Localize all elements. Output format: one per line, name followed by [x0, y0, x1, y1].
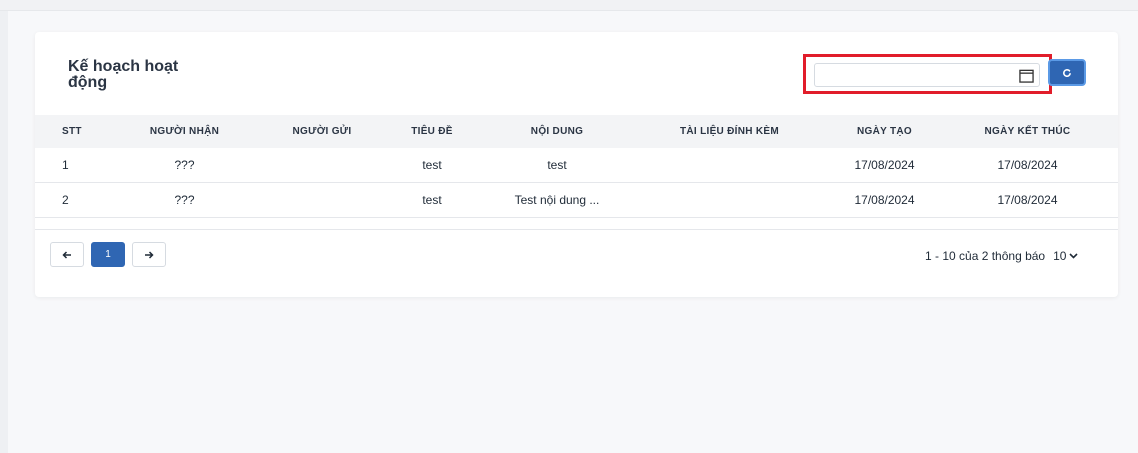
column-header-content: NỘI DUNG [487, 115, 627, 148]
column-header-attachments: TÀI LIỆU ĐÍNH KÈM [627, 115, 832, 148]
page-size-value: 10 [1053, 249, 1067, 263]
page-title: Kế hoạch hoạt động [68, 58, 179, 91]
cell-subject: test [377, 148, 487, 183]
activity-table: STT NGƯỜI NHẬN NGƯỜI GỬI TIÊU ĐỀ NỘI DUN… [35, 115, 1118, 218]
left-strip [0, 0, 8, 453]
arrow-right-icon [145, 250, 154, 259]
cell-stt: 1 [35, 148, 102, 183]
column-header-recipient: NGƯỜI NHẬN [102, 115, 267, 148]
table-footer-divider [35, 229, 1118, 230]
date-filter-highlight [803, 54, 1052, 94]
column-header-created-date: NGÀY TẠO [832, 115, 937, 148]
column-header-stt: STT [35, 115, 102, 148]
cell-created-date: 17/08/2024 [832, 182, 937, 218]
cell-sender [267, 182, 377, 218]
column-header-subject: TIÊU ĐỀ [377, 115, 487, 148]
cell-content: Test nội dung ... [487, 182, 627, 218]
cell-recipient: ??? [102, 182, 267, 218]
top-bar [0, 0, 1138, 11]
cell-end-date: 17/08/2024 [937, 148, 1118, 183]
calendar-icon[interactable] [1019, 68, 1034, 83]
cell-sender [267, 148, 377, 183]
refresh-button[interactable] [1048, 59, 1086, 86]
pagination-summary: 1 - 10 của 2 thông báo [925, 249, 1046, 263]
refresh-icon [1063, 68, 1071, 77]
page-size-select[interactable]: 10 [1053, 249, 1079, 263]
cell-content: test [487, 148, 627, 183]
cell-recipient: ??? [102, 148, 267, 183]
page-1-button[interactable]: 1 [91, 242, 125, 267]
page-info: 1 - 10 của 2 thông báo 10 [925, 249, 1079, 263]
date-filter-input[interactable] [814, 63, 1040, 87]
cell-attachments [627, 148, 832, 183]
next-page-button[interactable] [132, 242, 166, 267]
column-header-end-date: NGÀY KẾT THÚC [937, 115, 1118, 148]
arrow-left-icon [62, 250, 71, 259]
cell-end-date: 17/08/2024 [937, 182, 1118, 218]
chevron-down-icon [1069, 253, 1079, 259]
cell-subject: test [377, 182, 487, 218]
cell-created-date: 17/08/2024 [832, 148, 937, 183]
table-row[interactable]: 2 ??? test Test nội dung ... 17/08/2024 … [35, 182, 1118, 218]
table-header-row: STT NGƯỜI NHẬN NGƯỜI GỬI TIÊU ĐỀ NỘI DUN… [35, 115, 1118, 148]
activity-plan-card: Kế hoạch hoạt động STT NGƯỜI NHẬN NGƯỜI … [35, 32, 1118, 297]
column-header-sender: NGƯỜI GỬI [267, 115, 377, 148]
pagination: 1 [50, 242, 166, 269]
prev-page-button[interactable] [50, 242, 84, 267]
cell-stt: 2 [35, 182, 102, 218]
cell-attachments [627, 182, 832, 218]
table-row[interactable]: 1 ??? test test 17/08/2024 17/08/2024 [35, 148, 1118, 183]
